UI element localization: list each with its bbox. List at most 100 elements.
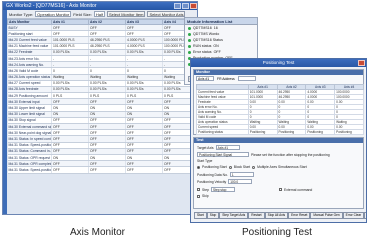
grid-row-label: Positioning status bbox=[196, 129, 249, 135]
positioning-start-label: Positioning Start bbox=[202, 165, 227, 169]
start-button[interactable]: Start bbox=[194, 212, 207, 219]
grid-cell-value: Positioning bbox=[305, 129, 336, 135]
status-led-icon bbox=[188, 32, 191, 36]
function-note: Please set the function after stopping t… bbox=[251, 152, 330, 157]
speed-input[interactable]: 100.0 bbox=[228, 179, 253, 184]
function-row: Positioning Start Signal Please set the … bbox=[197, 152, 330, 157]
module-info-title: Module Information List bbox=[185, 18, 257, 25]
module-info-value: ON bbox=[213, 44, 219, 48]
monitor-axis-select[interactable]: Axis #1 bbox=[196, 76, 214, 81]
external-command-checkbox[interactable] bbox=[278, 188, 282, 191]
grid-row: Machine feed value 101.0000 46.2950 4.0000 1… bbox=[196, 94, 364, 100]
module-info-label: QD77MS16 Status bbox=[193, 38, 223, 42]
module-info-label: QD77MS16 bbox=[193, 26, 212, 30]
cell-value: OFF bbox=[125, 166, 163, 174]
grid-row: Positioning status Positioning Positioning… bbox=[196, 129, 364, 135]
step-checkbox[interactable] bbox=[197, 188, 200, 191]
window-controls bbox=[173, 2, 197, 10]
skip-label: Skip bbox=[202, 194, 209, 198]
test-section-header: Test bbox=[194, 138, 363, 143]
error-reset-button[interactable]: Error Reset bbox=[288, 212, 311, 219]
status-led-icon bbox=[188, 50, 191, 54]
close-icon[interactable] bbox=[190, 3, 197, 9]
module-info-label: Error status bbox=[193, 50, 212, 54]
monitor-type-select[interactable]: Operation Monitor bbox=[35, 11, 72, 17]
grid-cell-value: Positioning bbox=[276, 129, 307, 135]
cell-value: OFF bbox=[51, 166, 89, 174]
status-led-icon bbox=[188, 26, 191, 30]
monitor-type-label: Monitor Type: bbox=[9, 11, 34, 17]
multi-axis-start-label: Multiple Axes Simultaneous Start bbox=[257, 165, 307, 169]
caption-positioning-test: Positioning Test bbox=[242, 227, 312, 238]
status-led-icon bbox=[188, 44, 191, 48]
positioning-start-radio[interactable] bbox=[197, 165, 200, 169]
data-no-label: Positioning Data No. bbox=[197, 172, 228, 177]
status-led-icon bbox=[188, 38, 191, 42]
skip-checkbox[interactable] bbox=[197, 194, 200, 198]
start-options-row: Positioning Start Block Start Multiple A… bbox=[197, 165, 307, 169]
grid-body: Current feed value 101.0000 46.2950 4.0000 1… bbox=[196, 89, 364, 135]
step-select[interactable]: Step stop bbox=[210, 187, 235, 192]
error-clear-button[interactable]: Error Clear bbox=[342, 212, 365, 219]
caption-axis-monitor: Axis Monitor bbox=[70, 227, 126, 238]
stop-button[interactable]: Stop bbox=[206, 212, 220, 219]
minimize-icon[interactable] bbox=[174, 3, 181, 9]
positioning-test-titlebar[interactable]: Positioning Test bbox=[191, 59, 366, 67]
target-axis-label: Target Axis bbox=[197, 145, 214, 150]
data-no-input[interactable]: 1 bbox=[229, 172, 254, 177]
manual-pulse-gen-button[interactable]: Manual Pulse Gen bbox=[310, 212, 343, 219]
fr-address-label: FR Address bbox=[217, 76, 235, 81]
module-info-value: OFF bbox=[213, 50, 221, 54]
grid-cell-value: Positioning bbox=[334, 129, 364, 135]
start-type-label: Start Type bbox=[197, 159, 213, 163]
close-icon[interactable] bbox=[358, 60, 365, 66]
step-target-axis-button[interactable]: Step Target Axis bbox=[219, 212, 249, 219]
step-row: Step Step stop External command bbox=[197, 187, 312, 192]
monitor-section: Monitor Axis #1 FR Address Axis #1 Axis #… bbox=[193, 69, 364, 135]
cell-value: OFF bbox=[88, 166, 126, 174]
dialog-title: Positioning Test bbox=[262, 60, 295, 65]
speed-row: Positioning Velocity 100.0 bbox=[197, 179, 253, 184]
module-info-label: RUN status bbox=[193, 44, 212, 48]
grid-cell-value: Positioning bbox=[247, 129, 278, 135]
axis-monitor-toolbar: Monitor Type: Operation Monitor Field Si… bbox=[7, 10, 197, 19]
external-command-label: External command bbox=[283, 187, 313, 192]
module-info-value: 16 bbox=[213, 26, 218, 30]
stop-all-axis-button[interactable]: Stop All Axis bbox=[264, 212, 289, 219]
speed-change-button[interactable]: Speed Change bbox=[364, 212, 366, 219]
positioning-button-row: Start Stop Step Target Axis Restart Stop All… bbox=[194, 212, 366, 219]
restart-button[interactable]: Restart bbox=[248, 212, 265, 219]
block-start-radio[interactable] bbox=[228, 165, 232, 169]
positioning-monitor-grid: Axis #1 Axis #2 Axis #3 Axis #4 Current fee… bbox=[196, 84, 364, 135]
grid-row: Current feed value 101.0000 46.2950 4.0000 1… bbox=[196, 89, 364, 95]
row-label: Md.31 Status: Speed-position switching l… bbox=[7, 166, 52, 174]
select-monitor-item-button[interactable]: Select Monitor Item bbox=[107, 11, 146, 17]
skip-row: Skip bbox=[197, 194, 209, 198]
screenshot-stage: GX Works2 - [QD77MS16] - Axis Monitor Mo… bbox=[0, 0, 375, 245]
table-row[interactable]: Md.31 Status: Speed-position switching l… bbox=[7, 166, 197, 174]
axis-monitor-table: Axis Monitor Axis #1 Axis #2 Axis #3 Axis #4… bbox=[7, 19, 197, 174]
module-info-label: QD77MS Wordo bbox=[193, 32, 220, 36]
window-title: GX Works2 - [QD77MS16] - Axis Monitor bbox=[6, 3, 97, 9]
table-body: BUSY OFF OFF OFF OFF Positioning start OFF OFF O… bbox=[7, 24, 197, 174]
block-start-label: Block Start bbox=[233, 165, 251, 169]
speed-label: Positioning Velocity bbox=[197, 179, 227, 184]
target-axis-row: Target Axis Axis #1 bbox=[197, 145, 240, 150]
target-axis-select[interactable]: Axis #1 bbox=[215, 145, 240, 150]
grid-row: Axis operation status Waiting Waiting Waiti… bbox=[196, 119, 364, 125]
select-monitor-axis-button[interactable]: Select Monitor Axis bbox=[147, 11, 186, 17]
function-select[interactable]: Positioning Start Signal bbox=[197, 152, 249, 157]
test-section: Test Target Axis Axis #1 Positioning Sta… bbox=[193, 137, 364, 209]
multi-axis-start-radio[interactable] bbox=[252, 165, 256, 169]
field-size-select[interactable]: Half bbox=[93, 11, 105, 17]
start-type-row: Start Type bbox=[197, 159, 212, 163]
axis-monitor-titlebar[interactable]: GX Works2 - [QD77MS16] - Axis Monitor bbox=[3, 2, 197, 10]
data-no-row: Positioning Data No. 1 bbox=[197, 172, 254, 177]
fr-address-field[interactable] bbox=[237, 76, 256, 81]
maximize-icon[interactable] bbox=[182, 3, 189, 9]
axis-monitor-window: GX Works2 - [QD77MS16] - Axis Monitor Mo… bbox=[2, 1, 198, 215]
positioning-test-window: Positioning Test Monitor Axis #1 FR Addr… bbox=[190, 58, 367, 223]
step-label: Step bbox=[202, 187, 209, 192]
field-size-label: Field Size: bbox=[73, 11, 92, 17]
monitor-axis-row: Axis #1 FR Address bbox=[194, 75, 363, 82]
